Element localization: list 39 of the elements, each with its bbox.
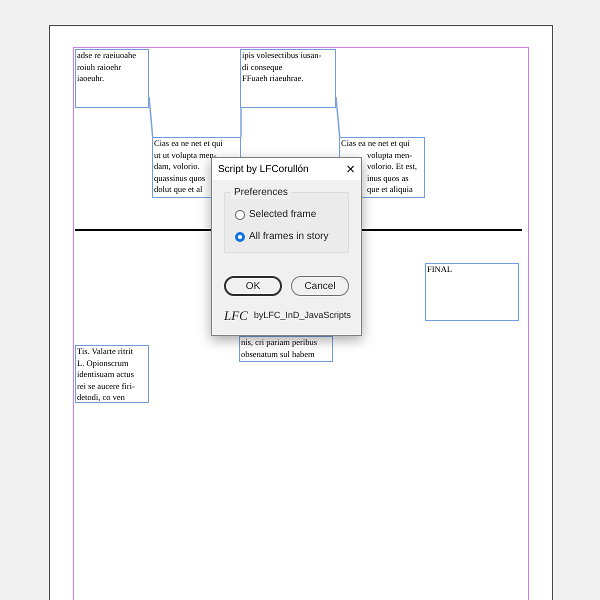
text-frame[interactable]: adse re raeiuoahe roiuh raioehr iaoeuhr. <box>75 49 149 108</box>
text-frame[interactable]: Tis. Valarte ritrit L. Opionscrum identisuam actus rei se aucere firi- detodi, co ven <box>75 345 149 403</box>
frame-text-line: FFuaeh riaeuhrae. <box>242 73 304 84</box>
radio-button[interactable] <box>235 232 245 242</box>
frame-text-line: Cias ea ne net et qui <box>341 138 410 150</box>
frame-text-line: ipis volesectibus iusan- <box>242 50 322 62</box>
frame-text-line: FINAL <box>427 264 452 276</box>
frame-text-line: adse re raeiuoahe <box>77 50 136 62</box>
frame-text-line: dolut que et al <box>154 184 202 196</box>
frame-text-line: iaoeuhr. <box>77 73 104 84</box>
frame-text-line: Cias ea ne net et qui <box>154 138 223 150</box>
frame-text-line: nis, cri pariam peribus <box>241 337 318 348</box>
footer-text: byLFC_InD_JavaScripts <box>254 309 351 322</box>
frame-text-line: que et aliquia <box>367 184 413 196</box>
frame-text-line: obsenatum sul habem <box>241 348 315 360</box>
text-frame[interactable]: ipis volesectibus iusan- di conseque FFuaeh riaeuhrae. <box>240 49 336 108</box>
close-button[interactable]: × <box>346 162 355 176</box>
text-frame[interactable]: FINAL <box>425 263 519 321</box>
logo: LFC <box>224 307 248 325</box>
text-frame[interactable]: nis, cri pariam peribus obsenatum sul habem <box>239 336 333 362</box>
radio-label: All frames in story <box>249 230 328 244</box>
frame-text-line: volupta men- <box>367 150 412 161</box>
frame-text-line: volorio. Et est, <box>367 161 418 172</box>
radio-button[interactable] <box>235 210 245 220</box>
frame-text-line: detodi, co ven <box>77 392 125 404</box>
frame-text-line: L. Opionscrum <box>77 358 128 369</box>
radio-label: Selected frame <box>249 208 316 222</box>
dialog-button[interactable]: OK <box>224 276 282 296</box>
dialog-button[interactable]: Cancel <box>291 276 349 296</box>
frame-text-line: roiuh raioehr <box>77 62 122 73</box>
frame-text-line: inus quos as <box>367 172 409 184</box>
group-label: Preferences <box>231 186 291 199</box>
frame-text-line: Tis. Valarte ritrit <box>77 346 133 358</box>
frame-text-line: dam, volorio. <box>154 161 200 172</box>
frame-text-line: ut ut volupta men- <box>154 150 217 161</box>
frame-text-line: identisuam actus <box>77 369 134 380</box>
frame-text-line: quassinus quos <box>154 172 206 184</box>
frame-text-line: di conseque <box>242 62 282 73</box>
frame-text-line: rei se aucere firi- <box>77 380 135 392</box>
